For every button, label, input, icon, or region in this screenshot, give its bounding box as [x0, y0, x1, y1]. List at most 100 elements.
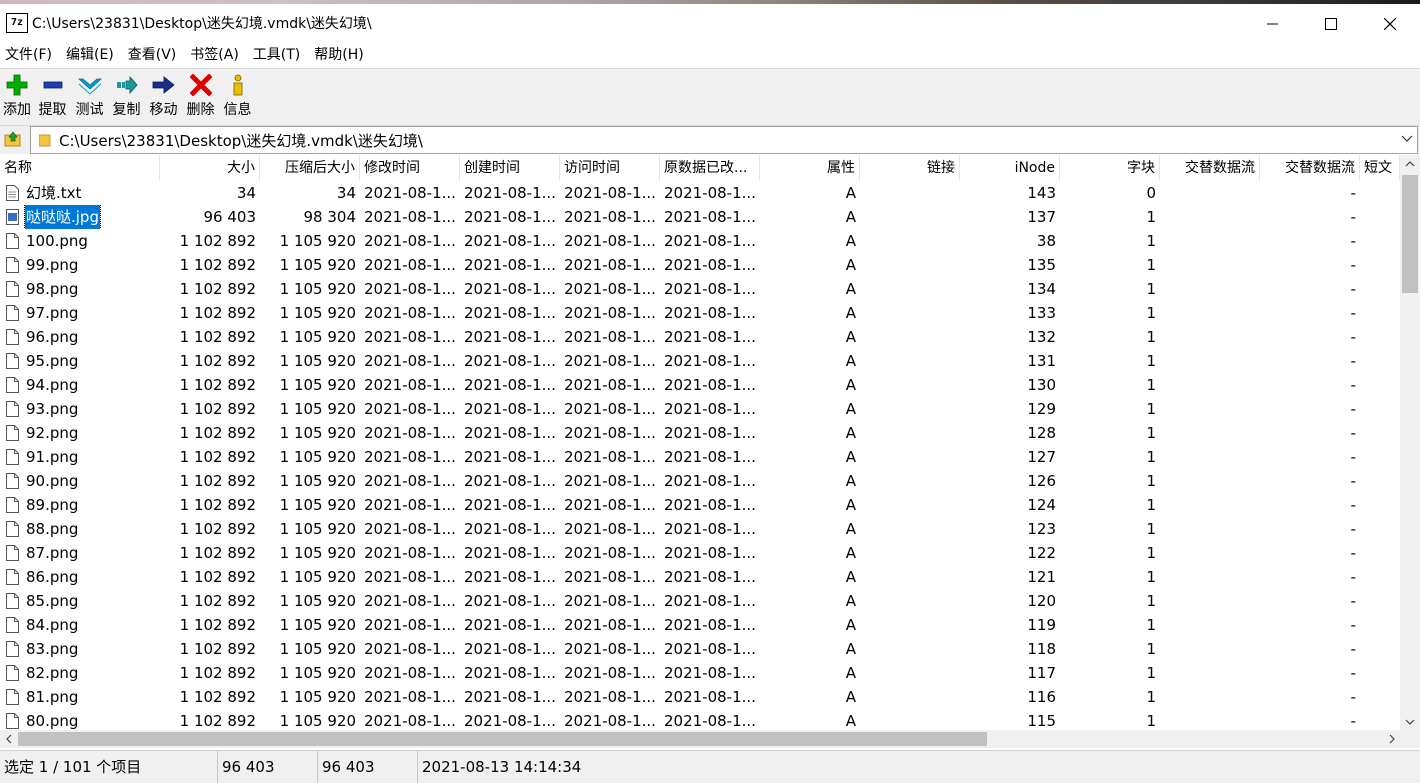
column-header-cell[interactable]: 字块 — [1060, 155, 1160, 181]
table-row[interactable]: 95.png 1 102 892 1 105 920 2021-08-1... 2021… — [0, 349, 1400, 373]
minimize-button[interactable] — [1244, 4, 1302, 44]
cell-blocks: 1 — [1146, 256, 1156, 274]
table-row[interactable]: 98.png 1 102 892 1 105 920 2021-08-1... 2021… — [0, 277, 1400, 301]
add-button[interactable]: 添加 — [0, 69, 34, 125]
test-button[interactable]: 测试 — [71, 69, 108, 125]
toolbar-label: 添加 — [3, 102, 31, 118]
file-icon — [6, 497, 19, 513]
cell-alt1 — [1160, 421, 1260, 445]
cell-alt1 — [1160, 349, 1260, 373]
horizontal-scrollbar[interactable] — [0, 730, 1420, 748]
column-header-cell[interactable]: 修改时间 — [360, 155, 460, 181]
file-name: 哒哒哒.jpg — [24, 205, 101, 229]
extract-button[interactable]: 提取 — [34, 69, 71, 125]
cell-alt2: - — [1350, 304, 1356, 322]
delete-button[interactable]: 删除 — [182, 69, 219, 125]
table-row[interactable]: 87.png 1 102 892 1 105 920 2021-08-1... 2021… — [0, 541, 1400, 565]
file-name-cell: 97.png — [0, 301, 160, 325]
column-header-cell[interactable]: iNode — [960, 155, 1060, 181]
cell-changed: 2021-08-1... — [664, 352, 756, 370]
menu-item[interactable]: 工具(T) — [246, 44, 307, 68]
column-header-cell[interactable]: 访问时间 — [560, 155, 660, 181]
cell-modified: 2021-08-1... — [364, 424, 456, 442]
table-row[interactable]: 97.png 1 102 892 1 105 920 2021-08-1... 2021… — [0, 301, 1400, 325]
table-row[interactable]: 99.png 1 102 892 1 105 920 2021-08-1... 2021… — [0, 253, 1400, 277]
table-row[interactable]: 88.png 1 102 892 1 105 920 2021-08-1... 2021… — [0, 517, 1400, 541]
close-button[interactable] — [1361, 4, 1419, 44]
table-row[interactable]: 92.png 1 102 892 1 105 920 2021-08-1... 2021… — [0, 421, 1400, 445]
cell-attr: A — [845, 640, 856, 658]
cell-packed: 1 105 920 — [279, 616, 356, 634]
table-row[interactable]: 96.png 1 102 892 1 105 920 2021-08-1... 2021… — [0, 325, 1400, 349]
column-header-cell[interactable]: 压缩后大小 — [260, 155, 360, 181]
cell-created: 2021-08-1... — [464, 712, 556, 730]
file-name: 100.png — [26, 232, 88, 250]
cell-packed: 1 105 920 — [279, 400, 356, 418]
cell-modified: 2021-08-1... — [364, 232, 456, 250]
table-row[interactable]: 85.png 1 102 892 1 105 920 2021-08-1... 2021… — [0, 589, 1400, 613]
scroll-left-button[interactable] — [0, 730, 17, 748]
cell-blocks: 1 — [1146, 472, 1156, 490]
cell-alt1 — [1160, 277, 1260, 301]
table-row[interactable]: 80.png 1 102 892 1 105 920 2021-08-1... 2021… — [0, 709, 1400, 730]
column-header-cell[interactable]: 大小 — [160, 155, 260, 181]
menu-item[interactable]: 编辑(E) — [59, 44, 121, 68]
table-row[interactable]: 91.png 1 102 892 1 105 920 2021-08-1... 2021… — [0, 445, 1400, 469]
cell-created: 2021-08-1... — [464, 256, 556, 274]
table-row[interactable]: 哒哒哒.jpg 96 403 98 304 2021-08-1... 2021-08-1… — [0, 205, 1400, 229]
vertical-scrollbar[interactable] — [1400, 155, 1420, 730]
copy-button[interactable]: 复制 — [108, 69, 145, 125]
file-name-cell: 100.png — [0, 229, 160, 253]
column-header-cell[interactable]: 原数据已改... — [660, 155, 760, 181]
scroll-down-button[interactable] — [1400, 713, 1420, 730]
vertical-scroll-thumb[interactable] — [1402, 175, 1418, 293]
column-header-cell[interactable]: 属性 — [760, 155, 860, 181]
app-icon[interactable]: 7z — [6, 13, 28, 33]
address-input[interactable]: C:\Users\23831\Desktop\迷失幻境.vmdk\迷失幻境\ — [30, 126, 1418, 154]
chevron-down-icon[interactable] — [1401, 133, 1413, 145]
cell-alt1 — [1160, 205, 1260, 229]
table-row[interactable]: 93.png 1 102 892 1 105 920 2021-08-1... 2021… — [0, 397, 1400, 421]
menu-item[interactable]: 书签(A) — [183, 44, 246, 68]
scroll-up-button[interactable] — [1400, 155, 1420, 172]
column-header-cell[interactable]: 名称 — [0, 155, 160, 181]
cell-alt1 — [1160, 493, 1260, 517]
menu-item[interactable]: 查看(V) — [121, 44, 184, 68]
table-row[interactable]: 81.png 1 102 892 1 105 920 2021-08-1... 2021… — [0, 685, 1400, 709]
cell-created: 2021-08-1... — [464, 352, 556, 370]
table-row[interactable]: 82.png 1 102 892 1 105 920 2021-08-1... 2021… — [0, 661, 1400, 685]
cell-links — [860, 181, 960, 205]
column-header-cell[interactable]: 交替数据流 — [1260, 155, 1360, 181]
menu-item[interactable]: 文件(F) — [0, 44, 59, 68]
column-header-cell[interactable]: 交替数据流 — [1160, 155, 1260, 181]
horizontal-scroll-thumb[interactable] — [18, 732, 987, 746]
table-row[interactable]: 83.png 1 102 892 1 105 920 2021-08-1... 2021… — [0, 637, 1400, 661]
column-header-cell[interactable]: 创建时间 — [460, 155, 560, 181]
cell-changed: 2021-08-1... — [664, 640, 756, 658]
menu-item[interactable]: 帮助(H) — [307, 44, 370, 68]
cell-short — [1360, 397, 1400, 421]
cell-links — [860, 373, 960, 397]
move-button[interactable]: 移动 — [145, 69, 182, 125]
cell-blocks: 1 — [1146, 616, 1156, 634]
file-icon — [6, 641, 19, 657]
cell-created: 2021-08-1... — [464, 544, 556, 562]
table-row[interactable]: 幻境.txt 34 34 2021-08-1... 2021-08-1... 2021-0… — [0, 181, 1400, 205]
scroll-right-button[interactable] — [1383, 730, 1400, 748]
maximize-button[interactable] — [1302, 4, 1360, 44]
table-row[interactable]: 90.png 1 102 892 1 105 920 2021-08-1... 2021… — [0, 469, 1400, 493]
file-name: 96.png — [26, 328, 79, 346]
info-button[interactable]: 信息 — [219, 69, 256, 125]
cell-created: 2021-08-1... — [464, 280, 556, 298]
table-row[interactable]: 100.png 1 102 892 1 105 920 2021-08-1... 202… — [0, 229, 1400, 253]
table-row[interactable]: 86.png 1 102 892 1 105 920 2021-08-1... 2021… — [0, 565, 1400, 589]
column-header-cell[interactable]: 链接 — [860, 155, 960, 181]
table-row[interactable]: 89.png 1 102 892 1 105 920 2021-08-1... 2021… — [0, 493, 1400, 517]
cell-inode: 121 — [1027, 568, 1056, 586]
column-header-cell[interactable]: 短文 — [1360, 155, 1400, 181]
cell-modified: 2021-08-1... — [364, 664, 456, 682]
up-folder-button[interactable] — [2, 128, 24, 150]
cell-alt2: - — [1350, 448, 1356, 466]
table-row[interactable]: 84.png 1 102 892 1 105 920 2021-08-1... 2021… — [0, 613, 1400, 637]
table-row[interactable]: 94.png 1 102 892 1 105 920 2021-08-1... 2021… — [0, 373, 1400, 397]
